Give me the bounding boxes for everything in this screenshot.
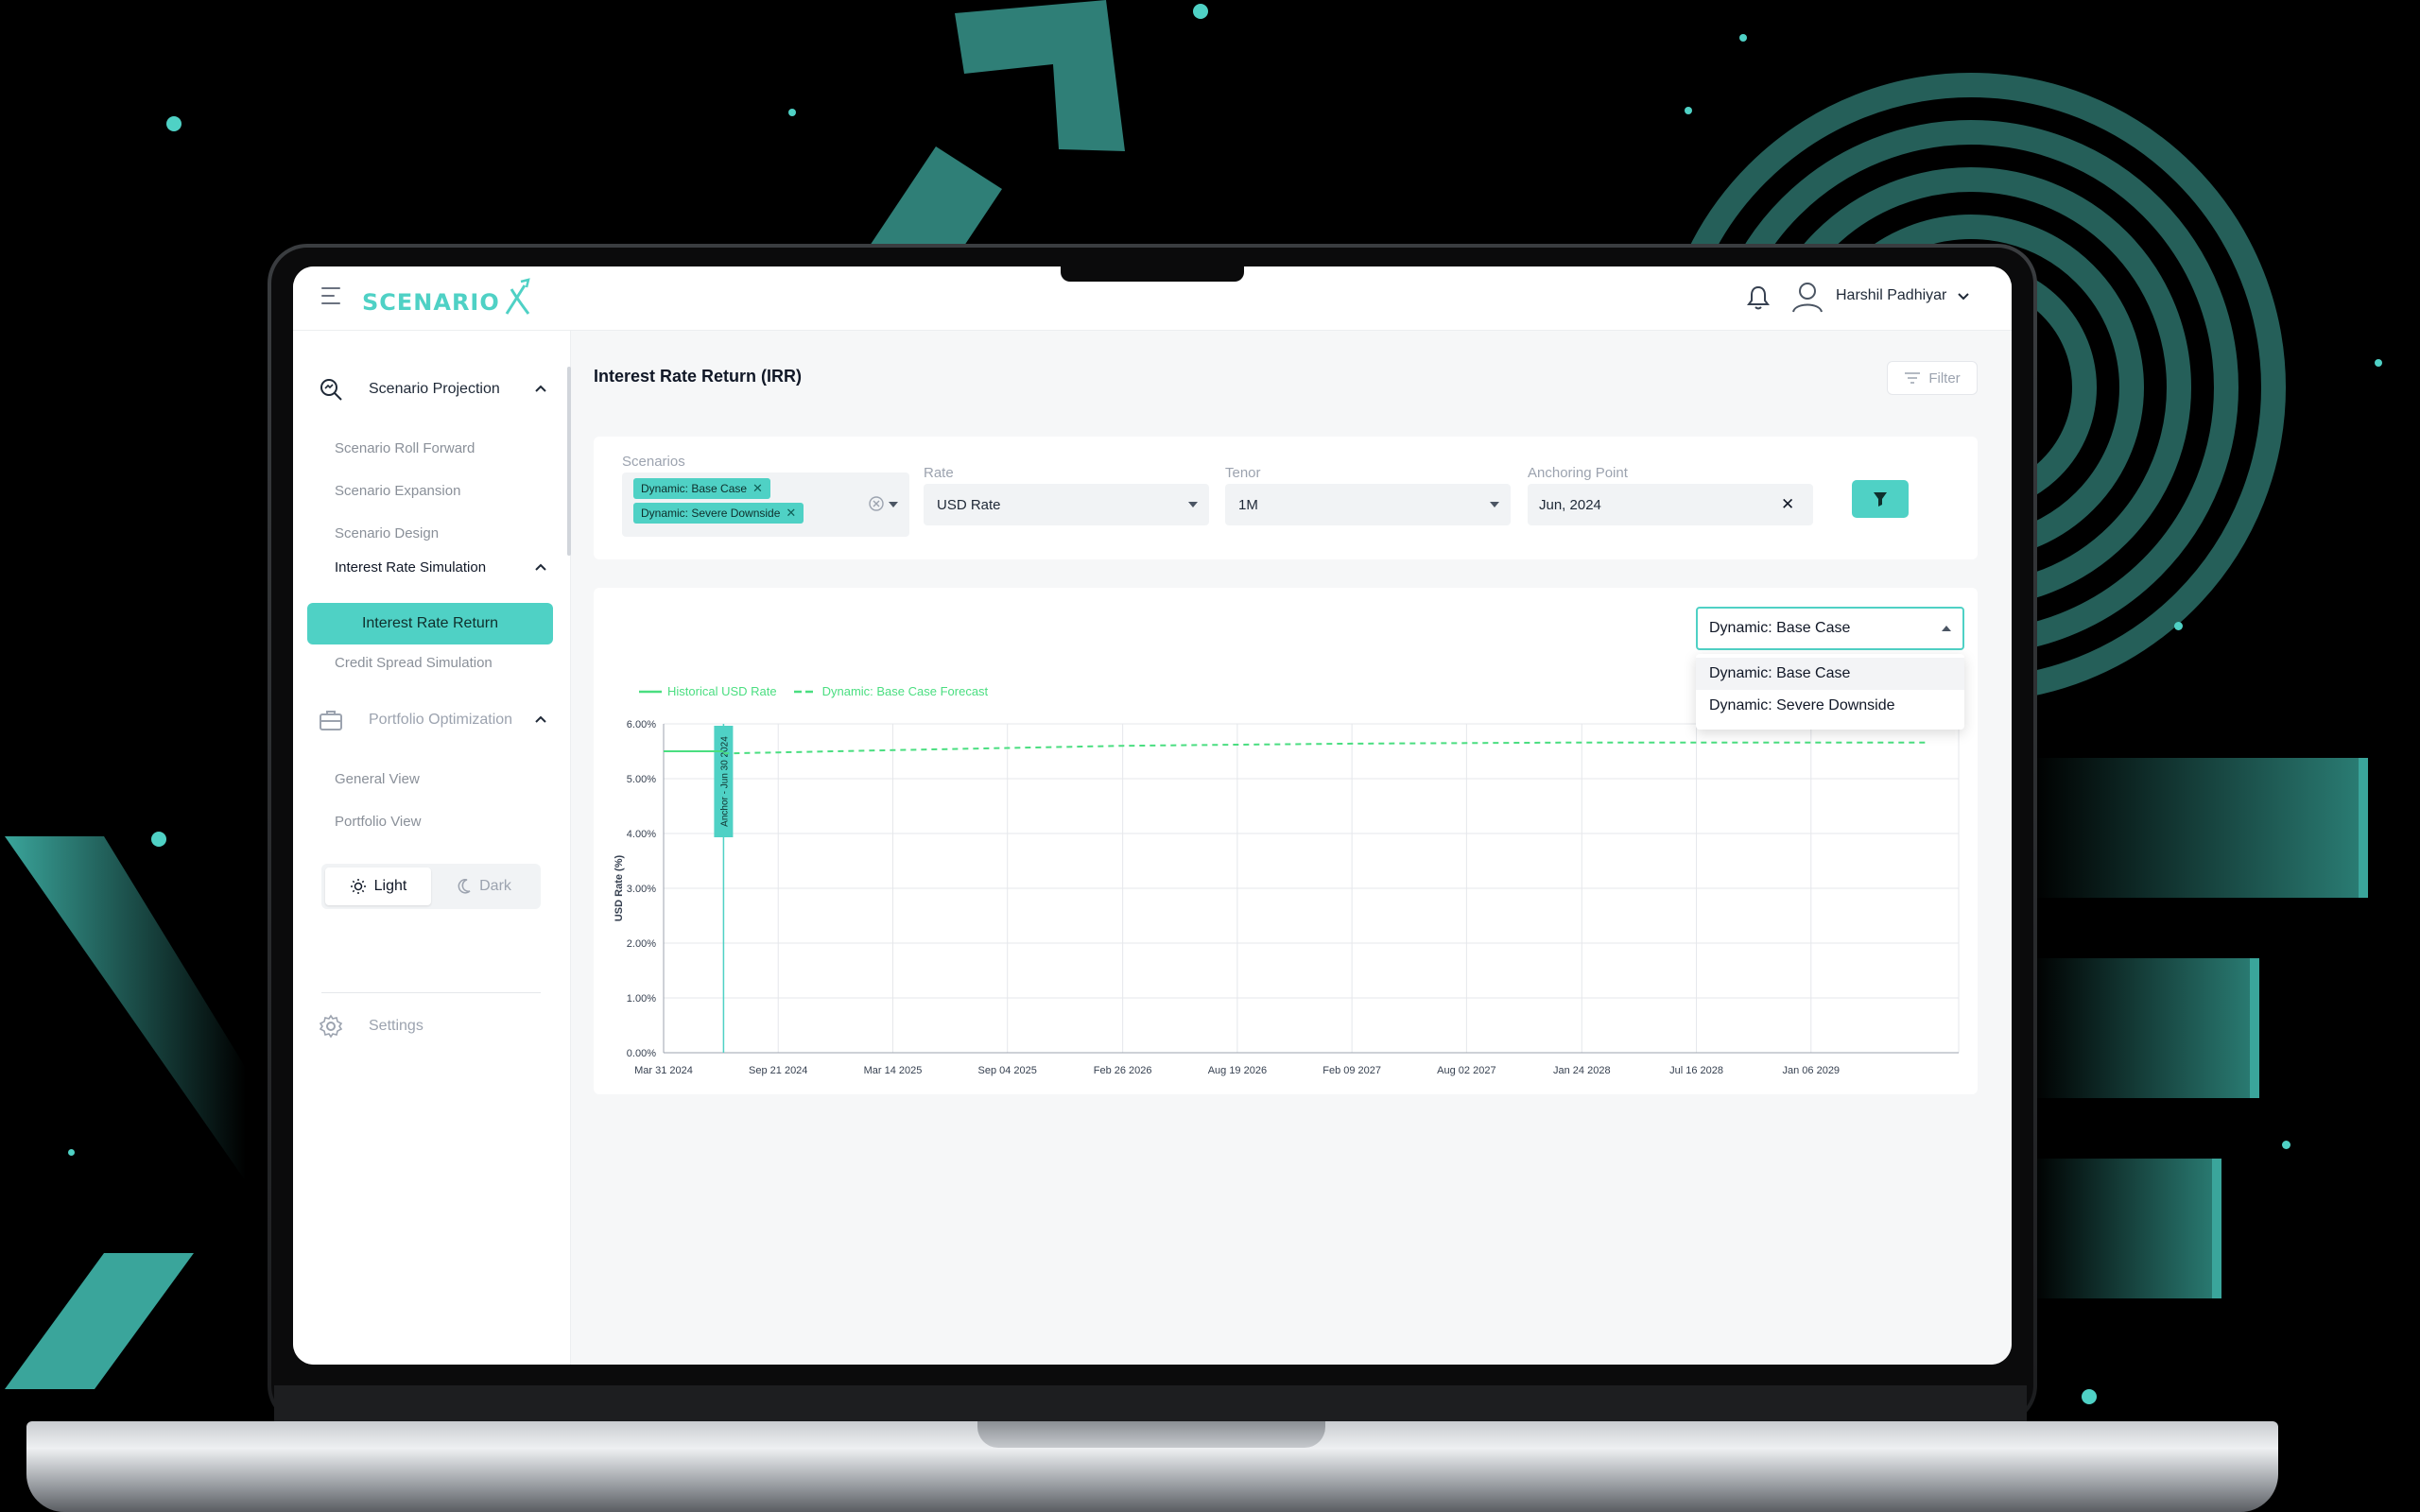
- sun-icon: [350, 879, 366, 894]
- sidebar-divider: [321, 992, 541, 993]
- logo-x-icon: [505, 278, 530, 315]
- x-tick-label: Sep 04 2025: [978, 1065, 1037, 1076]
- sidebar-group-scenario-projection[interactable]: Scenario Projection: [318, 376, 546, 403]
- y-tick-label: 5.00%: [627, 774, 656, 785]
- chart-card: Dynamic: Base Case Dynamic: Base Case Dy…: [594, 588, 1978, 1094]
- sidebar-item-portfolio-view[interactable]: Portfolio View: [335, 814, 421, 830]
- series-line-1: [723, 741, 1927, 755]
- logo-text: SCENARIO: [362, 289, 500, 316]
- sidebar-subgroup-label: Interest Rate Simulation: [335, 559, 487, 576]
- theme-dark-label: Dark: [479, 878, 511, 894]
- y-axis-label: USD Rate (%): [614, 855, 625, 922]
- y-tick-label: 6.00%: [627, 719, 656, 730]
- user-name[interactable]: Harshil Padhiyar: [1836, 287, 1946, 304]
- close-icon[interactable]: ✕: [786, 506, 796, 521]
- filter-lines-icon: [1905, 372, 1921, 384]
- sidebar-group-label: Portfolio Optimization: [369, 712, 513, 728]
- moon-icon: [458, 879, 471, 894]
- chevron-down-icon[interactable]: [889, 502, 898, 507]
- x-tick-label: Jul 16 2028: [1669, 1065, 1723, 1076]
- theme-dark-button[interactable]: Dark: [431, 868, 537, 905]
- filter-label: Filter: [1928, 369, 1961, 387]
- theme-light-label: Light: [373, 878, 407, 894]
- y-tick-label: 2.00%: [627, 938, 656, 950]
- y-tick-label: 3.00%: [627, 884, 656, 895]
- avatar[interactable]: [1789, 278, 1826, 316]
- anchoring-point-field[interactable]: Jun, 2024 ✕: [1528, 484, 1813, 525]
- y-tick-label: 4.00%: [627, 829, 656, 840]
- app-logo[interactable]: SCENARIO: [362, 278, 532, 316]
- menu-icon[interactable]: [321, 287, 340, 304]
- tenor-select[interactable]: 1M: [1225, 484, 1511, 525]
- y-tick-label: 0.00%: [627, 1048, 656, 1059]
- scenario-dropdown-menu: Dynamic: Base Case Dynamic: Severe Downs…: [1696, 654, 1964, 730]
- x-tick-label: Aug 02 2027: [1437, 1065, 1495, 1076]
- sidebar-item-scenario-design[interactable]: Scenario Design: [335, 525, 439, 541]
- chevron-down-icon: [1490, 502, 1499, 507]
- sidebar-item-general-view[interactable]: General View: [335, 771, 420, 787]
- rate-select[interactable]: USD Rate: [924, 484, 1209, 525]
- search-analytics-icon: [320, 379, 342, 401]
- chevron-down-icon[interactable]: [1955, 287, 1972, 304]
- page-title: Interest Rate Return (IRR): [594, 367, 803, 386]
- laptop-groove: [977, 1421, 1325, 1448]
- apply-filter-button[interactable]: [1852, 480, 1909, 518]
- filter-button[interactable]: Filter: [1887, 361, 1978, 395]
- rate-label: Rate: [924, 465, 954, 481]
- anchor-label: Anchor - Jun 30 2024: [719, 736, 730, 827]
- x-tick-label: Jan 24 2028: [1553, 1065, 1611, 1076]
- gear-icon: [319, 1014, 343, 1039]
- x-tick-label: Feb 09 2027: [1322, 1065, 1381, 1076]
- notification-bell-icon[interactable]: [1745, 284, 1772, 312]
- dropdown-option[interactable]: Dynamic: Severe Downside: [1696, 690, 1964, 722]
- x-tick-label: Jan 06 2029: [1783, 1065, 1841, 1076]
- laptop-chin: [274, 1385, 2027, 1425]
- scenarios-label: Scenarios: [622, 454, 685, 470]
- sidebar-item-credit-spread-simulation[interactable]: Credit Spread Simulation: [335, 655, 493, 671]
- rate-value: USD Rate: [937, 496, 1001, 513]
- main-content: Interest Rate Return (IRR) Filter Scenar…: [571, 331, 2012, 1365]
- scenario-chip[interactable]: Dynamic: Severe Downside ✕: [633, 503, 804, 524]
- x-tick-label: Mar 31 2024: [634, 1065, 693, 1076]
- theme-toggle: Light Dark: [321, 864, 541, 909]
- anchoring-point-label: Anchoring Point: [1528, 465, 1628, 481]
- funnel-icon: [1874, 492, 1887, 507]
- scenario-chip[interactable]: Dynamic: Base Case ✕: [633, 478, 770, 499]
- close-icon[interactable]: ✕: [1781, 495, 1794, 514]
- clear-circle-icon[interactable]: [868, 495, 885, 512]
- sidebar-item-settings[interactable]: Settings: [318, 1013, 424, 1040]
- x-tick-label: Feb 26 2026: [1094, 1065, 1152, 1076]
- app-screen: SCENARIO Harshil Padhiyar Scenario Proje…: [293, 266, 2012, 1365]
- chevron-up-icon[interactable]: [533, 382, 548, 397]
- sidebar: Scenario Projection Scenario Roll Forwar…: [293, 331, 571, 1365]
- close-icon[interactable]: ✕: [752, 481, 763, 496]
- chevron-up-icon[interactable]: [533, 713, 548, 728]
- tenor-value: 1M: [1238, 496, 1258, 513]
- scenario-chip-label: Dynamic: Severe Downside: [641, 507, 781, 520]
- anchoring-point-value: Jun, 2024: [1539, 496, 1601, 513]
- theme-light-button[interactable]: Light: [325, 868, 431, 905]
- briefcase-icon: [320, 711, 342, 730]
- settings-label: Settings: [369, 1018, 424, 1034]
- x-tick-label: Sep 21 2024: [749, 1065, 807, 1076]
- sidebar-item-scenario-expansion[interactable]: Scenario Expansion: [335, 483, 460, 499]
- sidebar-group-label: Scenario Projection: [369, 381, 500, 397]
- camera-notch: [1061, 266, 1244, 282]
- chevron-down-icon: [1188, 502, 1198, 507]
- y-tick-label: 1.00%: [627, 993, 656, 1005]
- marketing-stage: SCENARIO Harshil Padhiyar Scenario Proje…: [0, 0, 2420, 1512]
- filter-card: Scenarios Dynamic: Base Case ✕ Dynamic: …: [594, 437, 1978, 559]
- tenor-label: Tenor: [1225, 465, 1261, 481]
- sidebar-item-scenario-roll-forward[interactable]: Scenario Roll Forward: [335, 440, 475, 456]
- x-tick-label: Mar 14 2025: [864, 1065, 923, 1076]
- scenario-chip-label: Dynamic: Base Case: [641, 482, 748, 495]
- sidebar-group-portfolio-optimization[interactable]: Portfolio Optimization: [318, 707, 546, 733]
- chevron-up-icon[interactable]: [533, 560, 548, 576]
- dropdown-option[interactable]: Dynamic: Base Case: [1696, 658, 1964, 690]
- sidebar-item-interest-rate-return[interactable]: Interest Rate Return: [307, 603, 553, 644]
- sidebar-subgroup-interest-rate-simulation[interactable]: Interest Rate Simulation: [335, 559, 546, 576]
- x-tick-label: Aug 19 2026: [1208, 1065, 1267, 1076]
